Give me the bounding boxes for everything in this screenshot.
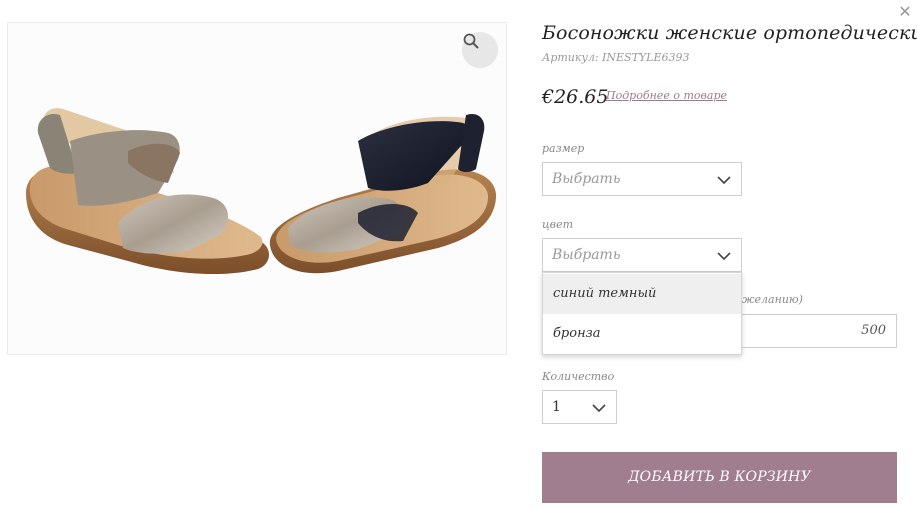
product-title: Босоножки женские ортопедические bbox=[542, 22, 917, 44]
size-select-value: Выбрать bbox=[552, 171, 621, 187]
sku-value: INESTYLE6393 bbox=[602, 51, 690, 64]
sku-label: Артикул: bbox=[542, 51, 599, 64]
chevron-down-icon bbox=[592, 404, 606, 413]
product-image bbox=[7, 22, 507, 355]
custom-field-label: желанию) bbox=[742, 293, 803, 306]
quantity-label: Количество bbox=[542, 370, 615, 383]
product-details-link[interactable]: Подробнее о товаре bbox=[606, 89, 727, 102]
sandals-illustration bbox=[8, 23, 506, 354]
color-option[interactable]: синий темный bbox=[543, 274, 741, 314]
color-label: цвет bbox=[542, 218, 574, 231]
custom-input-value: 500 bbox=[861, 323, 886, 338]
magnifier-icon bbox=[463, 33, 479, 49]
add-to-cart-button[interactable]: ДОБАВИТЬ В КОРЗИНУ bbox=[542, 452, 897, 503]
chevron-down-icon bbox=[717, 176, 731, 185]
color-select-value: Выбрать bbox=[552, 247, 621, 263]
custom-input[interactable]: 500 bbox=[720, 314, 897, 348]
product-price: €26.65 bbox=[542, 86, 609, 108]
size-label: размер bbox=[542, 142, 585, 155]
quantity-select[interactable]: 1 bbox=[542, 390, 617, 424]
color-select[interactable]: Выбрать bbox=[542, 238, 742, 272]
product-sku: Артикул: INESTYLE6393 bbox=[542, 51, 690, 64]
zoom-button[interactable] bbox=[462, 32, 498, 68]
close-icon[interactable]: ✕ bbox=[897, 4, 913, 20]
color-dropdown-menu: синий темный бронза bbox=[542, 272, 742, 355]
chevron-down-icon bbox=[717, 252, 731, 261]
quantity-value: 1 bbox=[552, 399, 561, 415]
size-select[interactable]: Выбрать bbox=[542, 162, 742, 196]
color-option[interactable]: бронза bbox=[543, 314, 741, 354]
